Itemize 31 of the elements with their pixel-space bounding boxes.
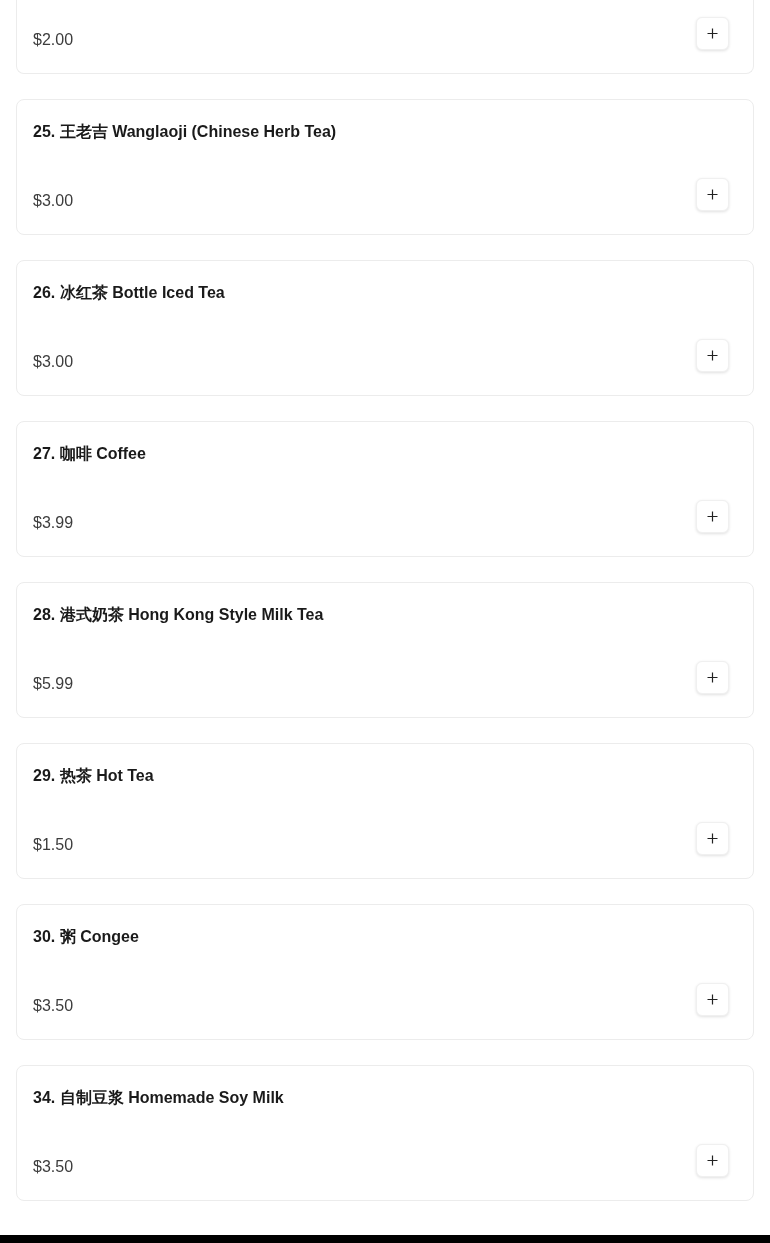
item-price: $3.00	[33, 191, 74, 211]
plus-icon	[707, 511, 718, 522]
item-price: $3.99	[33, 513, 74, 533]
add-button[interactable]	[696, 339, 729, 372]
item-name: 25. 王老吉 Wanglaoji (Chinese Herb Tea)	[33, 122, 338, 142]
add-button[interactable]	[696, 17, 729, 50]
plus-icon	[707, 28, 718, 39]
item-name: 27. 咖啡 Coffee	[33, 444, 147, 464]
add-button[interactable]	[696, 983, 729, 1016]
item-price: $3.50	[33, 1157, 74, 1177]
plus-icon	[707, 672, 718, 683]
item-price: $2.00	[33, 30, 74, 50]
plus-icon	[707, 833, 718, 844]
item-name: 30. 粥 Congee	[33, 927, 140, 947]
add-button[interactable]	[696, 822, 729, 855]
item-price: $1.50	[33, 835, 74, 855]
item-name: 34. 自制豆浆 Homemade Soy Milk	[33, 1088, 285, 1108]
add-button[interactable]	[696, 500, 729, 533]
plus-icon	[707, 994, 718, 1005]
item-name: 29. 热茶 Hot Tea	[33, 766, 155, 786]
item-price: $3.50	[33, 996, 74, 1016]
plus-icon	[707, 189, 718, 200]
item-price: $3.00	[33, 352, 74, 372]
item-name: 28. 港式奶茶 Hong Kong Style Milk Tea	[33, 605, 325, 625]
item-price: $5.99	[33, 674, 74, 694]
add-button[interactable]	[696, 661, 729, 694]
item-name: 26. 冰红茶 Bottle Iced Tea	[33, 283, 226, 303]
plus-icon	[707, 350, 718, 361]
add-button[interactable]	[696, 1144, 729, 1177]
plus-icon	[707, 1155, 718, 1166]
add-button[interactable]	[696, 178, 729, 211]
